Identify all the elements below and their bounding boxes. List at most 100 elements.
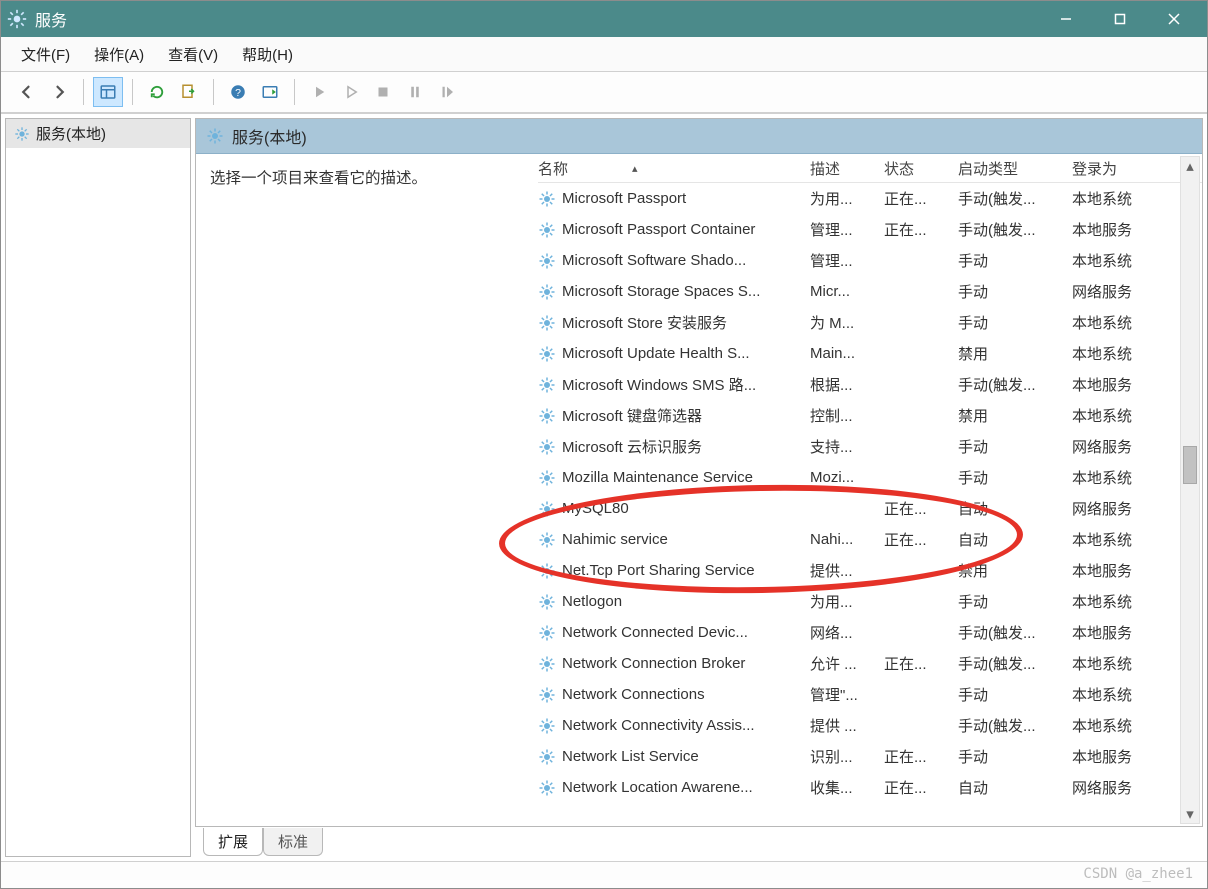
start-service-button[interactable]	[304, 77, 334, 107]
service-row[interactable]: Microsoft Store 安装服务为 M...手动本地系统	[538, 307, 1202, 338]
scroll-down-button[interactable]: ▾	[1181, 805, 1199, 823]
gear-icon	[538, 190, 556, 208]
menu-action[interactable]: 操作(A)	[82, 41, 156, 68]
export-list-button[interactable]	[174, 77, 204, 107]
service-row[interactable]: Microsoft 云标识服务支持...手动网络服务	[538, 431, 1202, 462]
service-row[interactable]: Mozilla Maintenance ServiceMozi...手动本地系统	[538, 462, 1202, 493]
statusbar	[1, 861, 1207, 888]
gear-icon	[538, 717, 556, 735]
minimize-button[interactable]	[1039, 1, 1093, 37]
service-row[interactable]: Microsoft Passport为用...正在...手动(触发...本地系统	[538, 183, 1202, 214]
toggle-detail-pane-button[interactable]	[93, 77, 123, 107]
tab-extended[interactable]: 扩展	[203, 828, 263, 856]
services-list[interactable]: 名称▴ 描述 状态 启动类型 登录为 Microsoft Passport为用.…	[538, 154, 1202, 826]
tab-standard[interactable]: 标准	[263, 828, 323, 856]
vertical-scrollbar[interactable]: ▴ ▾	[1180, 156, 1200, 824]
service-row[interactable]: Network Connected Devic...网络...手动(触发...本…	[538, 617, 1202, 648]
gear-icon	[538, 345, 556, 363]
service-logon: 网络服务	[1072, 498, 1166, 519]
service-row[interactable]: Network List Service识别...正在...手动本地服务	[538, 741, 1202, 772]
service-logon: 本地系统	[1072, 250, 1166, 271]
service-desc: 根据...	[810, 374, 884, 395]
menu-view[interactable]: 查看(V)	[156, 41, 230, 68]
service-type: 手动(触发...	[958, 622, 1072, 643]
service-desc: 为用...	[810, 188, 884, 209]
col-logon[interactable]: 登录为	[1072, 154, 1166, 183]
menu-help[interactable]: 帮助(H)	[230, 41, 305, 68]
right-content: 选择一个项目来查看它的描述。 名称▴ 描述 状态 启动类型 登录为 Micros…	[196, 154, 1202, 826]
col-name[interactable]: 名称▴	[538, 154, 810, 183]
sort-asc-icon: ▴	[632, 162, 638, 175]
col-status[interactable]: 状态	[884, 154, 958, 183]
service-type: 手动	[958, 684, 1072, 705]
service-row[interactable]: Microsoft Storage Spaces S...Micr...手动网络…	[538, 276, 1202, 307]
service-desc: 允许 ...	[810, 653, 884, 674]
restart-service-button[interactable]	[432, 77, 462, 107]
service-row[interactable]: Network Connections管理"...手动本地系统	[538, 679, 1202, 710]
menu-file[interactable]: 文件(F)	[9, 41, 82, 68]
service-logon: 本地系统	[1072, 467, 1166, 488]
gear-icon	[538, 469, 556, 487]
service-status: 正在...	[884, 746, 958, 767]
title-buttons	[1039, 1, 1201, 37]
service-logon: 本地系统	[1072, 312, 1166, 333]
col-type[interactable]: 启动类型	[958, 154, 1072, 183]
tree-pane[interactable]: 服务(本地)	[5, 118, 191, 857]
scroll-up-button[interactable]: ▴	[1181, 157, 1199, 175]
service-desc: 识别...	[810, 746, 884, 767]
service-row[interactable]: Microsoft Software Shado...管理...手动本地系统	[538, 245, 1202, 276]
gear-icon	[538, 562, 556, 580]
start-service-alt-button[interactable]	[336, 77, 366, 107]
gear-icon	[538, 376, 556, 394]
tree-item-services-local[interactable]: 服务(本地)	[6, 119, 190, 148]
service-name: Netlogon	[562, 593, 622, 610]
service-desc: 管理"...	[810, 684, 884, 705]
service-type: 自动	[958, 498, 1072, 519]
maximize-button[interactable]	[1093, 1, 1147, 37]
service-logon: 本地系统	[1072, 684, 1166, 705]
service-name: Microsoft 键盘筛选器	[562, 405, 702, 426]
service-row[interactable]: Net.Tcp Port Sharing Service提供...禁用本地服务	[538, 555, 1202, 586]
service-row[interactable]: Microsoft Windows SMS 路...根据...手动(触发...本…	[538, 369, 1202, 400]
gear-icon	[538, 779, 556, 797]
gear-icon	[538, 438, 556, 456]
service-logon: 本地服务	[1072, 219, 1166, 240]
col-desc[interactable]: 描述	[810, 154, 884, 183]
service-type: 手动(触发...	[958, 653, 1072, 674]
description-prompt: 选择一个项目来查看它的描述。	[210, 170, 427, 187]
toolbar: ?	[1, 71, 1207, 113]
service-logon: 本地系统	[1072, 529, 1166, 550]
service-row[interactable]: Network Location Awarene...收集...正在...自动网…	[538, 772, 1202, 803]
service-desc: 控制...	[810, 405, 884, 426]
description-pane: 选择一个项目来查看它的描述。	[196, 154, 538, 826]
service-row[interactable]: Network Connectivity Assis...提供 ...手动(触发…	[538, 710, 1202, 741]
stop-service-button[interactable]	[368, 77, 398, 107]
pause-service-button[interactable]	[400, 77, 430, 107]
gear-icon	[538, 531, 556, 549]
service-logon: 本地系统	[1072, 715, 1166, 736]
service-row[interactable]: Network Connection Broker允许 ...正在...手动(触…	[538, 648, 1202, 679]
view-tabs: 扩展 标准	[195, 829, 1203, 857]
help-button[interactable]: ?	[223, 77, 253, 107]
scroll-thumb[interactable]	[1183, 446, 1197, 484]
show-hidden-button[interactable]	[255, 77, 285, 107]
service-row[interactable]: Microsoft 键盘筛选器控制...禁用本地系统	[538, 400, 1202, 431]
service-row[interactable]: MySQL80正在...自动网络服务	[538, 493, 1202, 524]
service-desc: 支持...	[810, 436, 884, 457]
service-name: Network Connected Devic...	[562, 624, 748, 641]
refresh-button[interactable]	[142, 77, 172, 107]
forward-button[interactable]	[44, 77, 74, 107]
menubar: 文件(F) 操作(A) 查看(V) 帮助(H)	[1, 37, 1207, 71]
service-name: Microsoft Passport Container	[562, 221, 755, 238]
service-row[interactable]: Nahimic serviceNahi...正在...自动本地系统	[538, 524, 1202, 555]
service-row[interactable]: Microsoft Passport Container管理...正在...手动…	[538, 214, 1202, 245]
close-button[interactable]	[1147, 1, 1201, 37]
scroll-track[interactable]	[1181, 175, 1199, 805]
service-row[interactable]: Microsoft Update Health S...Main...禁用本地系…	[538, 338, 1202, 369]
service-status: 正在...	[884, 529, 958, 550]
right-pane: 服务(本地) 选择一个项目来查看它的描述。 名称▴ 描述 状态 启动类型 登录为	[195, 118, 1203, 857]
service-logon: 本地服务	[1072, 560, 1166, 581]
gear-icon	[538, 314, 556, 332]
service-row[interactable]: Netlogon为用...手动本地系统	[538, 586, 1202, 617]
back-button[interactable]	[12, 77, 42, 107]
